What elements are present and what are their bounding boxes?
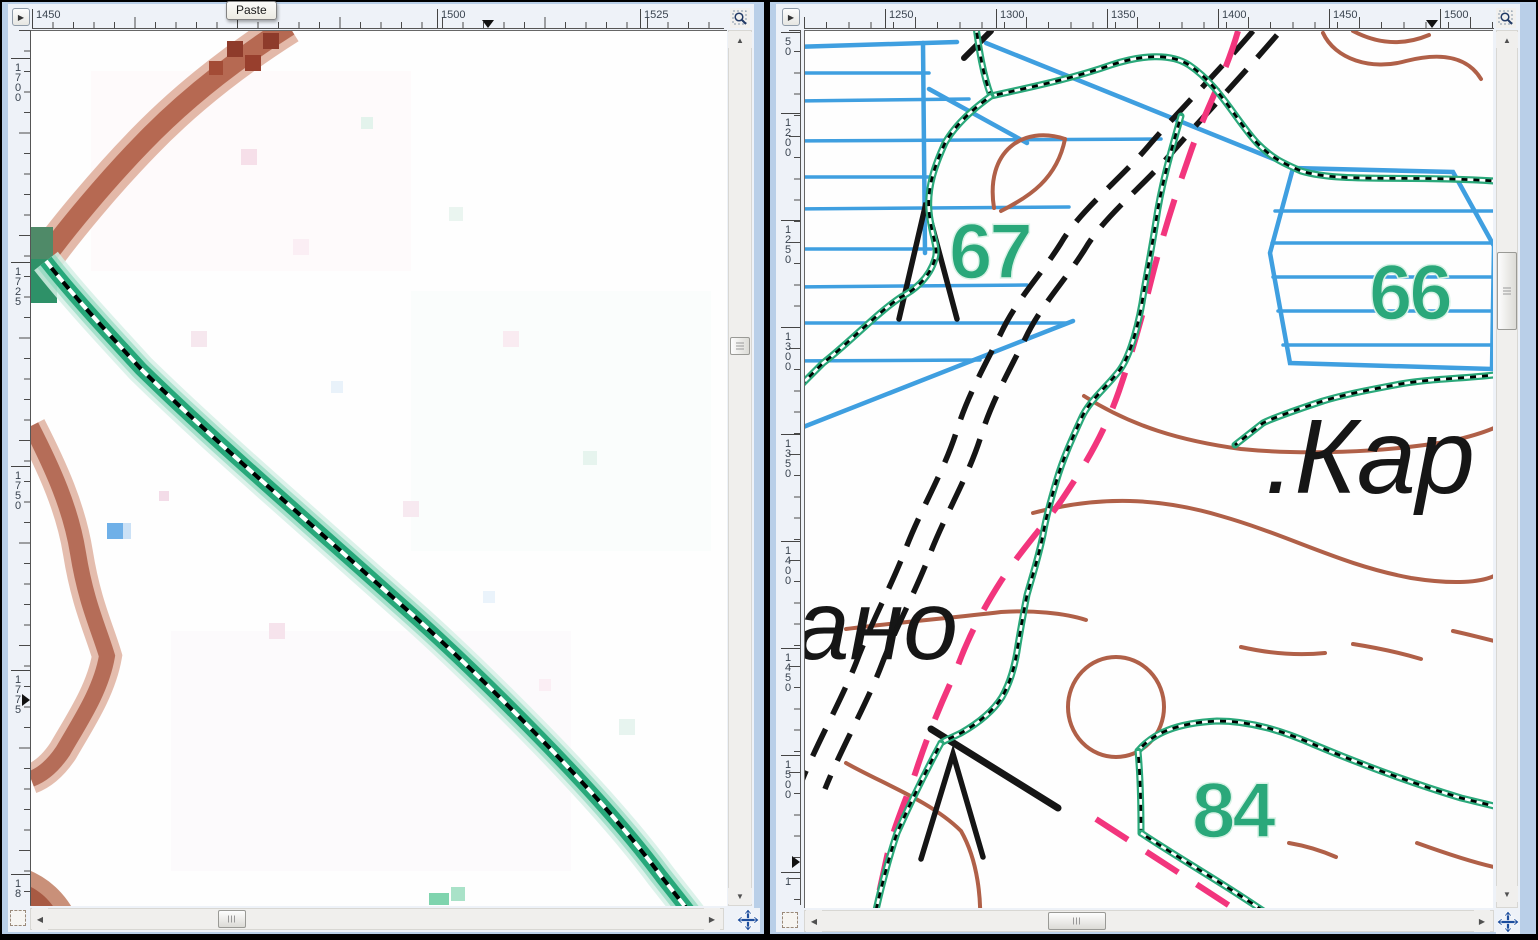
ruler-label: 1400 [1222, 9, 1246, 21]
horizontal-ruler-left[interactable]: 1450 1475 1500 1525 [32, 8, 724, 29]
vertical-scroll-thumb[interactable] [730, 337, 750, 355]
pointer-position-marker [792, 856, 800, 868]
ruler-label: 1500 [441, 9, 465, 21]
ruler-label: 1450 [1333, 9, 1357, 21]
play-triangle-icon: ▶ [788, 13, 794, 22]
blue-pixel [123, 523, 131, 539]
ruler-label: 1500 [1444, 9, 1468, 21]
magnifier-icon [1497, 9, 1515, 27]
pointer-position-marker [22, 694, 30, 706]
ruler-label: 1450 [782, 652, 793, 692]
vertical-ruler-left[interactable]: 1700 1725 1750 1775 18 [10, 30, 31, 905]
image-canvas-zoomed[interactable] [30, 30, 727, 906]
play-triangle-icon: ▶ [18, 13, 24, 22]
vertical-ruler-right[interactable]: 50 1200 1250 1300 1350 1400 1450 1500 1 [780, 30, 801, 905]
quick-mask-toggle[interactable] [782, 912, 798, 928]
horizontal-scroll-thumb[interactable] [218, 910, 246, 928]
ruler-label: 1350 [782, 438, 793, 478]
quick-mask-toggle[interactable] [10, 910, 26, 926]
marsh-blue-lines [805, 42, 1493, 431]
horizontal-ruler-right[interactable]: 1250 1300 1350 1400 1450 1500 [804, 8, 1494, 29]
ruler-label: 1500 [782, 759, 793, 799]
ruler-label: 1750 [12, 470, 23, 510]
ruler-corner-menu-button[interactable]: ▶ [782, 8, 800, 26]
map-number-84: 84 [1192, 766, 1275, 854]
horizontal-scroll-thumb[interactable] [1048, 912, 1106, 930]
magnifier-icon [731, 9, 749, 27]
tooltip-text: Paste [236, 3, 267, 17]
ruler-label: 1300 [782, 331, 793, 371]
horizontal-scrollbar-right[interactable]: ◀ ▶ [804, 910, 1494, 932]
zoom-follow-window-toggle[interactable] [730, 8, 750, 28]
canvas-noise [91, 71, 711, 905]
blue-pixel [107, 523, 123, 539]
scroll-up-button[interactable]: ▲ [1496, 32, 1518, 48]
move-cross-icon [1497, 911, 1519, 933]
scroll-down-button[interactable]: ▼ [1496, 886, 1518, 902]
dashed-road-black [805, 31, 1277, 789]
map-number-67: 67 [949, 207, 1030, 295]
scroll-right-button[interactable]: ▶ [704, 908, 720, 930]
place-name-right: .Кар [1265, 398, 1475, 516]
ruler-label: 1725 [12, 266, 23, 306]
scroll-up-button[interactable]: ▲ [728, 32, 752, 48]
ruler-label: 1300 [1000, 9, 1024, 21]
ruler-label: 18 [12, 878, 23, 898]
ruler-label: 1400 [782, 545, 793, 585]
navigation-button[interactable] [736, 908, 760, 932]
ruler-label: 1350 [1111, 9, 1135, 21]
scroll-right-button[interactable]: ▶ [1474, 910, 1490, 932]
vertical-scrollbar-right[interactable]: ▲ ▼ [1496, 30, 1518, 908]
scroll-left-button[interactable]: ◀ [806, 910, 822, 932]
scroll-down-button[interactable]: ▼ [728, 888, 752, 904]
topographic-map: .Кар ано 67 66 84 [805, 31, 1493, 908]
vertical-scroll-thumb[interactable] [1497, 252, 1517, 330]
zoom-follow-window-toggle[interactable] [1496, 8, 1516, 28]
scroll-left-button[interactable]: ◀ [32, 908, 48, 930]
image-canvas-map[interactable]: .Кар ано 67 66 84 [804, 30, 1493, 908]
ruler-label: 1525 [644, 9, 668, 21]
zoomed-map-pixels [31, 31, 727, 906]
ruler-label: 1450 [36, 9, 60, 21]
navigation-button[interactable] [1496, 910, 1520, 934]
horizontal-scrollbar-left[interactable]: ◀ ▶ [30, 908, 724, 930]
ruler-label: 1700 [12, 62, 23, 102]
ruler-label: 1250 [782, 224, 793, 264]
ruler-label: 1 [782, 876, 793, 886]
paste-tooltip: Paste [226, 1, 277, 20]
ruler-corner-menu-button[interactable]: ▶ [12, 8, 30, 26]
map-number-66: 66 [1369, 248, 1450, 336]
pointer-position-marker [1426, 20, 1438, 28]
ruler-label: 1250 [889, 9, 913, 21]
pointer-position-marker [482, 20, 494, 28]
ruler-label: 1200 [782, 117, 793, 157]
ruler-label: 50 [782, 36, 793, 56]
vertical-scrollbar-left[interactable]: ▲ ▼ [728, 30, 752, 906]
move-cross-icon [737, 909, 759, 931]
